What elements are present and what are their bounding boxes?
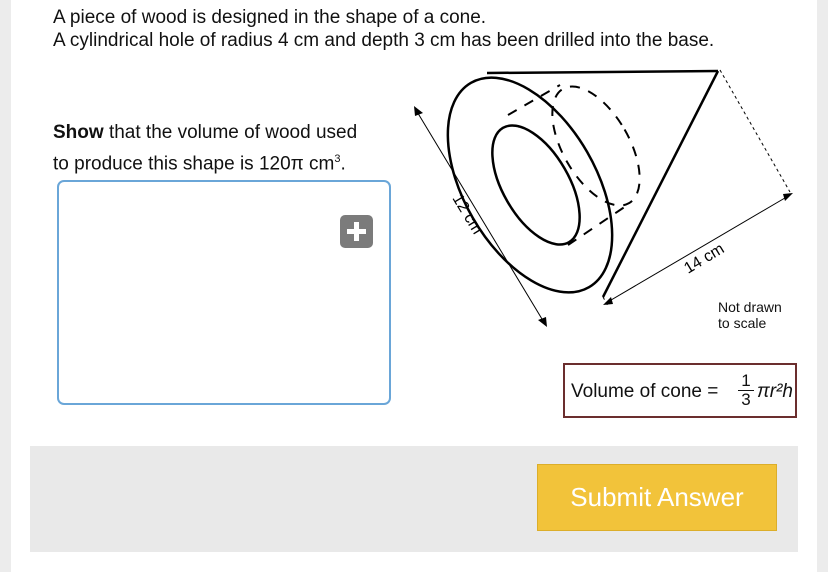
note-line-1: Not drawn — [718, 299, 782, 315]
hidden-hole-ellipse — [551, 85, 641, 207]
hidden-hole-bottom — [567, 205, 627, 246]
submit-answer-button[interactable]: Submit Answer — [537, 464, 777, 531]
slant-arrow-bottom — [538, 317, 547, 327]
slant-arrow-top — [414, 106, 423, 116]
base-dimension-line — [605, 194, 791, 304]
slant-dimension-line — [415, 109, 546, 325]
formula-text: Volume of cone = — [571, 381, 719, 402]
question-prompt: Show that the volume of wood used to pro… — [53, 120, 357, 177]
answer-input-box[interactable] — [57, 180, 391, 405]
question-text-3: . — [340, 153, 346, 175]
question-text-2: to produce this shape is 120π cm — [53, 153, 335, 175]
formula-expression: πr²h — [757, 381, 793, 402]
formula-fraction: 1 3 — [738, 372, 754, 409]
base-arrow-right — [783, 193, 793, 201]
intro-line-1: A piece of wood is designed in the shape… — [53, 7, 487, 28]
base-label: 14 cm — [681, 240, 727, 277]
not-to-scale-note: Not drawn to scale — [718, 299, 782, 331]
fraction-numerator: 1 — [738, 372, 754, 391]
hole-ellipse — [491, 124, 581, 246]
cone-upper-edge — [486, 69, 719, 75]
problem-intro: A piece of wood is designed in the shape… — [53, 6, 714, 52]
base-arrow-left — [603, 297, 613, 305]
formula-box: Volume of cone = 1 3 πr²h — [563, 363, 797, 418]
fraction-denominator: 3 — [741, 390, 751, 409]
extension-dotted-1 — [719, 69, 791, 193]
question-text: that the volume of wood used — [103, 122, 358, 143]
note-line-2: to scale — [718, 315, 767, 331]
slant-label: 12 cm — [449, 191, 486, 237]
plus-icon[interactable] — [340, 215, 373, 248]
intro-line-2: A cylindrical hole of radius 4 cm and de… — [53, 30, 715, 51]
question-show-word: Show — [53, 122, 104, 143]
cone-diagram: 12 cm 14 cm — [414, 69, 793, 327]
